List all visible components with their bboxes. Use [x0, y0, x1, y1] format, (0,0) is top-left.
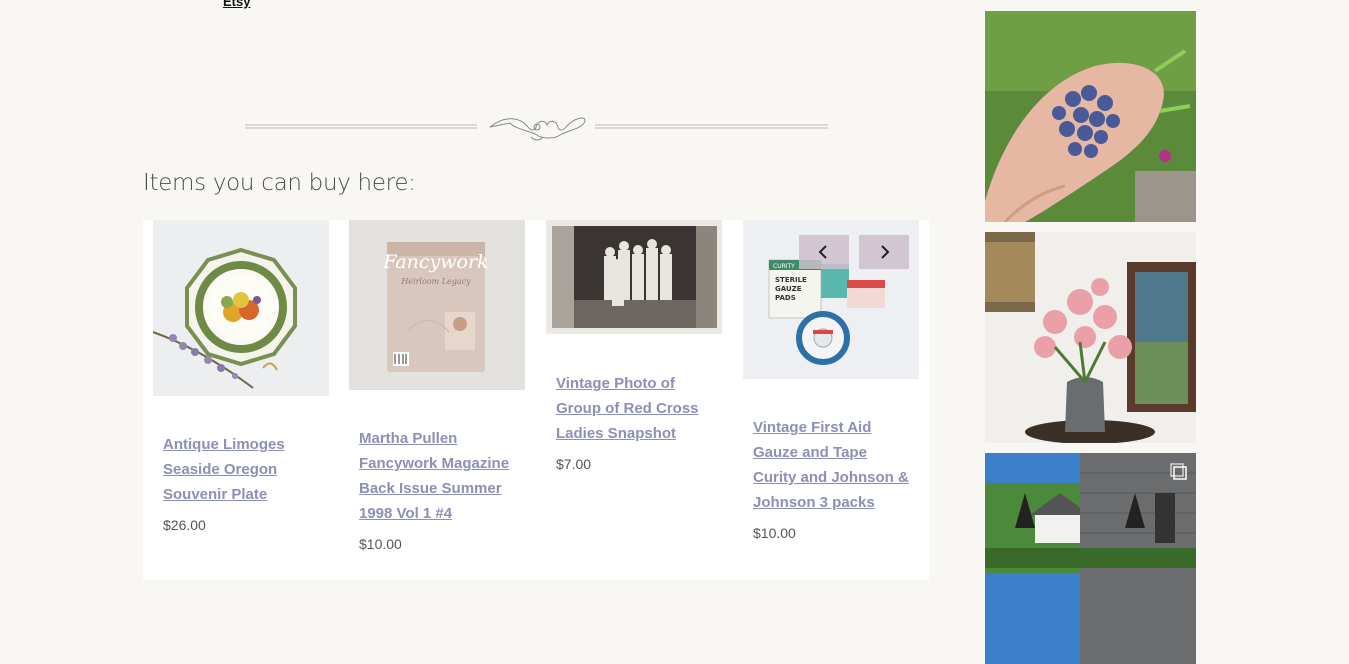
lilies-photo: [985, 232, 1196, 443]
product-title-link[interactable]: Vintage First Aid Gauze and Tape Curity …: [753, 415, 913, 515]
magazine-subtitle: Heirloom Legacy: [400, 277, 471, 286]
gauze-label-line: GAUZE: [775, 285, 802, 293]
plate-image: [153, 220, 329, 396]
product-title-link[interactable]: Antique Limoges Seaside Oregon Souvenir …: [163, 432, 323, 507]
carousel-prev-button[interactable]: [799, 235, 849, 269]
section-title: Items you can buy here:: [143, 170, 416, 196]
product-carousel: Antique Limoges Seaside Oregon Souvenir …: [143, 220, 929, 580]
carousel-next-button[interactable]: [859, 235, 909, 269]
product-price: $10.00: [359, 536, 402, 552]
product-image-link[interactable]: Fancywork Heirloom Legacy: [349, 220, 525, 390]
blueberries-photo: [985, 11, 1196, 222]
product-price: $10.00: [753, 525, 796, 541]
product-title-link[interactable]: Vintage Photo of Group of Red Cross Ladi…: [556, 371, 716, 446]
ornamental-divider: [245, 117, 828, 141]
chevron-left-icon: [818, 245, 827, 259]
product-image-link[interactable]: [153, 220, 329, 396]
gauze-brand-label: CURITY: [773, 263, 795, 270]
product-image-link[interactable]: [546, 220, 722, 334]
gauze-label-line: PADS: [775, 294, 796, 302]
gauze-label-line: STERILE: [775, 276, 807, 284]
magazine-image: Fancywork Heirloom Legacy: [349, 220, 525, 390]
instagram-post[interactable]: [985, 232, 1196, 443]
house-photo: [985, 453, 1196, 664]
magazine-title: Fancywork: [382, 251, 488, 273]
product-price: $7.00: [556, 456, 592, 472]
vintage-photo-image: [546, 220, 722, 334]
instagram-post[interactable]: [985, 11, 1196, 222]
product-title-link[interactable]: Martha Pullen Fancywork Magazine Back Is…: [359, 426, 519, 526]
chevron-right-icon: [881, 245, 890, 259]
etsy-link[interactable]: Etsy: [223, 0, 250, 9]
instagram-post[interactable]: [985, 453, 1196, 664]
product-price: $26.00: [163, 517, 206, 533]
